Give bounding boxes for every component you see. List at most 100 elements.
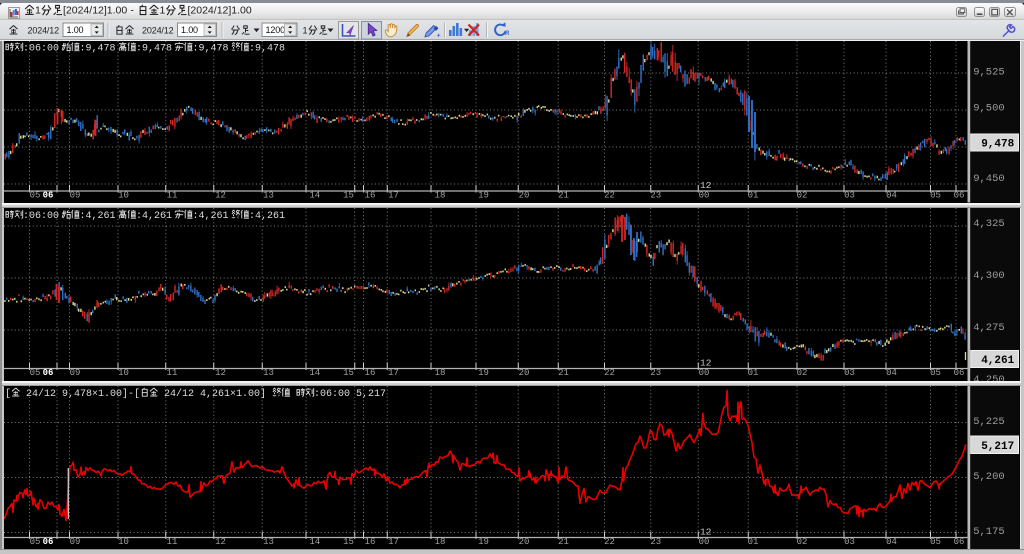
svg-text:23: 23 bbox=[650, 537, 661, 547]
svg-text:06: 06 bbox=[954, 368, 965, 378]
svg-text:9,525: 9,525 bbox=[973, 67, 1005, 79]
svg-text:1.00: 1.00 bbox=[181, 25, 198, 35]
svg-text:4,300: 4,300 bbox=[973, 270, 1005, 282]
svg-text:05: 05 bbox=[930, 368, 941, 378]
svg-text:22: 22 bbox=[604, 368, 615, 378]
svg-text:03: 03 bbox=[844, 537, 855, 547]
svg-text:17: 17 bbox=[388, 537, 399, 547]
svg-text:9,500: 9,500 bbox=[973, 103, 1005, 115]
svg-text:11: 11 bbox=[167, 191, 178, 201]
svg-text:21: 21 bbox=[558, 191, 569, 201]
svg-text:14: 14 bbox=[309, 368, 320, 378]
svg-text:1.00: 1.00 bbox=[67, 25, 84, 35]
svg-text:06: 06 bbox=[43, 191, 54, 201]
svg-text:02: 02 bbox=[797, 537, 808, 547]
svg-text:12: 12 bbox=[215, 191, 226, 201]
svg-text::4,261: :4,261 bbox=[136, 211, 172, 222]
svg-text::06:00: :06:00 bbox=[23, 211, 59, 222]
svg-text:11: 11 bbox=[167, 368, 178, 378]
svg-text:R: R bbox=[505, 31, 510, 37]
svg-text::9,478: :9,478 bbox=[249, 44, 285, 55]
svg-text:23: 23 bbox=[650, 191, 661, 201]
svg-text:12: 12 bbox=[700, 358, 712, 369]
svg-text:12: 12 bbox=[215, 368, 226, 378]
svg-text:05: 05 bbox=[30, 191, 41, 201]
svg-text:10: 10 bbox=[118, 191, 129, 201]
svg-text:09: 09 bbox=[70, 537, 81, 547]
svg-text:19: 19 bbox=[478, 191, 489, 201]
svg-text:17: 17 bbox=[388, 191, 399, 201]
svg-text:09: 09 bbox=[70, 368, 81, 378]
svg-text:20: 20 bbox=[519, 537, 530, 547]
svg-text:24/12 9,478×1.00]-[: 24/12 9,478×1.00]-[ bbox=[20, 388, 140, 400]
svg-text:01: 01 bbox=[748, 537, 759, 547]
svg-text:06: 06 bbox=[43, 537, 54, 547]
svg-text:5,200: 5,200 bbox=[973, 471, 1005, 483]
svg-text:5,217: 5,217 bbox=[981, 441, 1014, 453]
svg-text:18: 18 bbox=[435, 368, 446, 378]
svg-text:12: 12 bbox=[215, 537, 226, 547]
svg-text:14: 14 bbox=[309, 191, 320, 201]
svg-text:15: 15 bbox=[343, 368, 354, 378]
svg-text:15: 15 bbox=[343, 191, 354, 201]
svg-text::06:00 5,217: :06:00 5,217 bbox=[314, 389, 386, 400]
svg-text:22: 22 bbox=[604, 191, 615, 201]
svg-text:22: 22 bbox=[604, 537, 615, 547]
svg-text:00: 00 bbox=[699, 191, 710, 201]
svg-text:9,450: 9,450 bbox=[973, 173, 1005, 185]
svg-text:19: 19 bbox=[478, 537, 489, 547]
svg-text:03: 03 bbox=[844, 191, 855, 201]
svg-text:4,261: 4,261 bbox=[981, 355, 1014, 367]
svg-text:06: 06 bbox=[954, 537, 965, 547]
svg-text:04: 04 bbox=[886, 537, 897, 547]
svg-text:9,478: 9,478 bbox=[981, 139, 1014, 151]
svg-text:4,325: 4,325 bbox=[973, 218, 1005, 230]
svg-text:19: 19 bbox=[478, 368, 489, 378]
svg-text:13: 13 bbox=[263, 537, 274, 547]
svg-text:03: 03 bbox=[844, 368, 855, 378]
svg-text:06: 06 bbox=[43, 368, 54, 378]
svg-text:16: 16 bbox=[365, 191, 376, 201]
svg-text:12: 12 bbox=[700, 180, 712, 191]
svg-text::4,261: :4,261 bbox=[249, 211, 285, 222]
svg-text:1: 1 bbox=[303, 26, 308, 36]
svg-text:09: 09 bbox=[70, 191, 81, 201]
svg-text:12: 12 bbox=[700, 527, 712, 538]
svg-text:24/12 4,261×1.00]: 24/12 4,261×1.00] bbox=[158, 388, 272, 400]
svg-text::4,261: :4,261 bbox=[80, 211, 116, 222]
svg-text:16: 16 bbox=[365, 368, 376, 378]
svg-text:01: 01 bbox=[748, 191, 759, 201]
svg-text:06: 06 bbox=[954, 191, 965, 201]
svg-text:10: 10 bbox=[118, 368, 129, 378]
svg-text:[: [ bbox=[5, 388, 11, 400]
svg-text:21: 21 bbox=[558, 368, 569, 378]
svg-text:05: 05 bbox=[930, 191, 941, 201]
svg-text::4,261: :4,261 bbox=[193, 211, 229, 222]
svg-text:02: 02 bbox=[797, 368, 808, 378]
svg-text:11: 11 bbox=[167, 537, 178, 547]
svg-text::9,478: :9,478 bbox=[136, 44, 172, 55]
svg-text:20: 20 bbox=[519, 368, 530, 378]
svg-text:02: 02 bbox=[797, 191, 808, 201]
svg-text::9,478: :9,478 bbox=[80, 44, 116, 55]
svg-text:15: 15 bbox=[343, 537, 354, 547]
svg-text:01: 01 bbox=[748, 368, 759, 378]
svg-text:00: 00 bbox=[699, 368, 710, 378]
svg-text:05: 05 bbox=[30, 537, 41, 547]
svg-text::9,478: :9,478 bbox=[193, 44, 229, 55]
svg-text:1200: 1200 bbox=[266, 25, 286, 35]
svg-text:23: 23 bbox=[650, 368, 661, 378]
svg-text:18: 18 bbox=[435, 191, 446, 201]
svg-text:14: 14 bbox=[309, 537, 320, 547]
svg-text:13: 13 bbox=[263, 191, 274, 201]
svg-text:5,225: 5,225 bbox=[973, 416, 1005, 428]
svg-text:04: 04 bbox=[886, 368, 897, 378]
svg-text:2024/12: 2024/12 bbox=[28, 26, 60, 36]
svg-text:5,175: 5,175 bbox=[973, 526, 1005, 538]
svg-text:04: 04 bbox=[886, 191, 897, 201]
svg-text::06:00: :06:00 bbox=[23, 44, 59, 55]
svg-text:18: 18 bbox=[435, 537, 446, 547]
svg-text:10: 10 bbox=[118, 537, 129, 547]
svg-text:13: 13 bbox=[263, 368, 274, 378]
svg-text:2024/12: 2024/12 bbox=[142, 26, 174, 36]
